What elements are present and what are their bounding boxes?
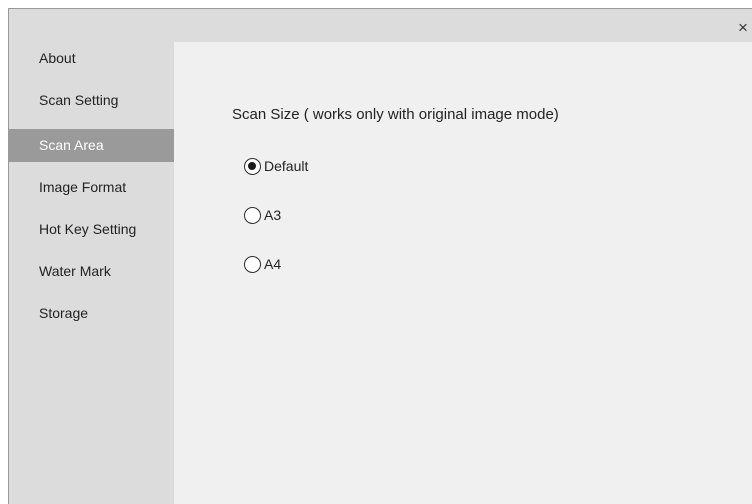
sidebar-item-storage[interactable]: Storage [9, 297, 174, 330]
sidebar-item-about[interactable]: About [9, 42, 174, 75]
radio-label-a3: A3 [264, 207, 282, 223]
scan-size-option-a3[interactable]: A3 [244, 204, 281, 226]
sidebar: About Scan Setting Scan Area Image Forma… [9, 42, 174, 504]
scan-size-heading: Scan Size ( works only with original ima… [232, 106, 559, 123]
close-icon[interactable]: × [734, 17, 752, 39]
radio-button-default[interactable] [244, 157, 261, 175]
sidebar-item-water-mark[interactable]: Water Mark [9, 255, 174, 288]
sidebar-item-scan-area[interactable]: Scan Area [9, 129, 174, 162]
settings-content-panel: Scan Size ( works only with original ima… [174, 42, 752, 504]
scan-size-option-a4[interactable]: A4 [244, 253, 281, 275]
sidebar-item-hot-key-setting[interactable]: Hot Key Setting [9, 213, 174, 246]
sidebar-item-image-format[interactable]: Image Format [9, 171, 174, 204]
radio-label-default: Default [264, 158, 309, 174]
radio-button-a4[interactable] [244, 255, 261, 273]
scan-size-option-default[interactable]: Default [244, 155, 308, 177]
radio-label-a4: A4 [264, 256, 282, 272]
settings-window: × About Scan Setting Scan Area Image For… [8, 8, 752, 504]
radio-button-a3[interactable] [244, 206, 261, 224]
sidebar-item-scan-setting[interactable]: Scan Setting [9, 84, 174, 117]
